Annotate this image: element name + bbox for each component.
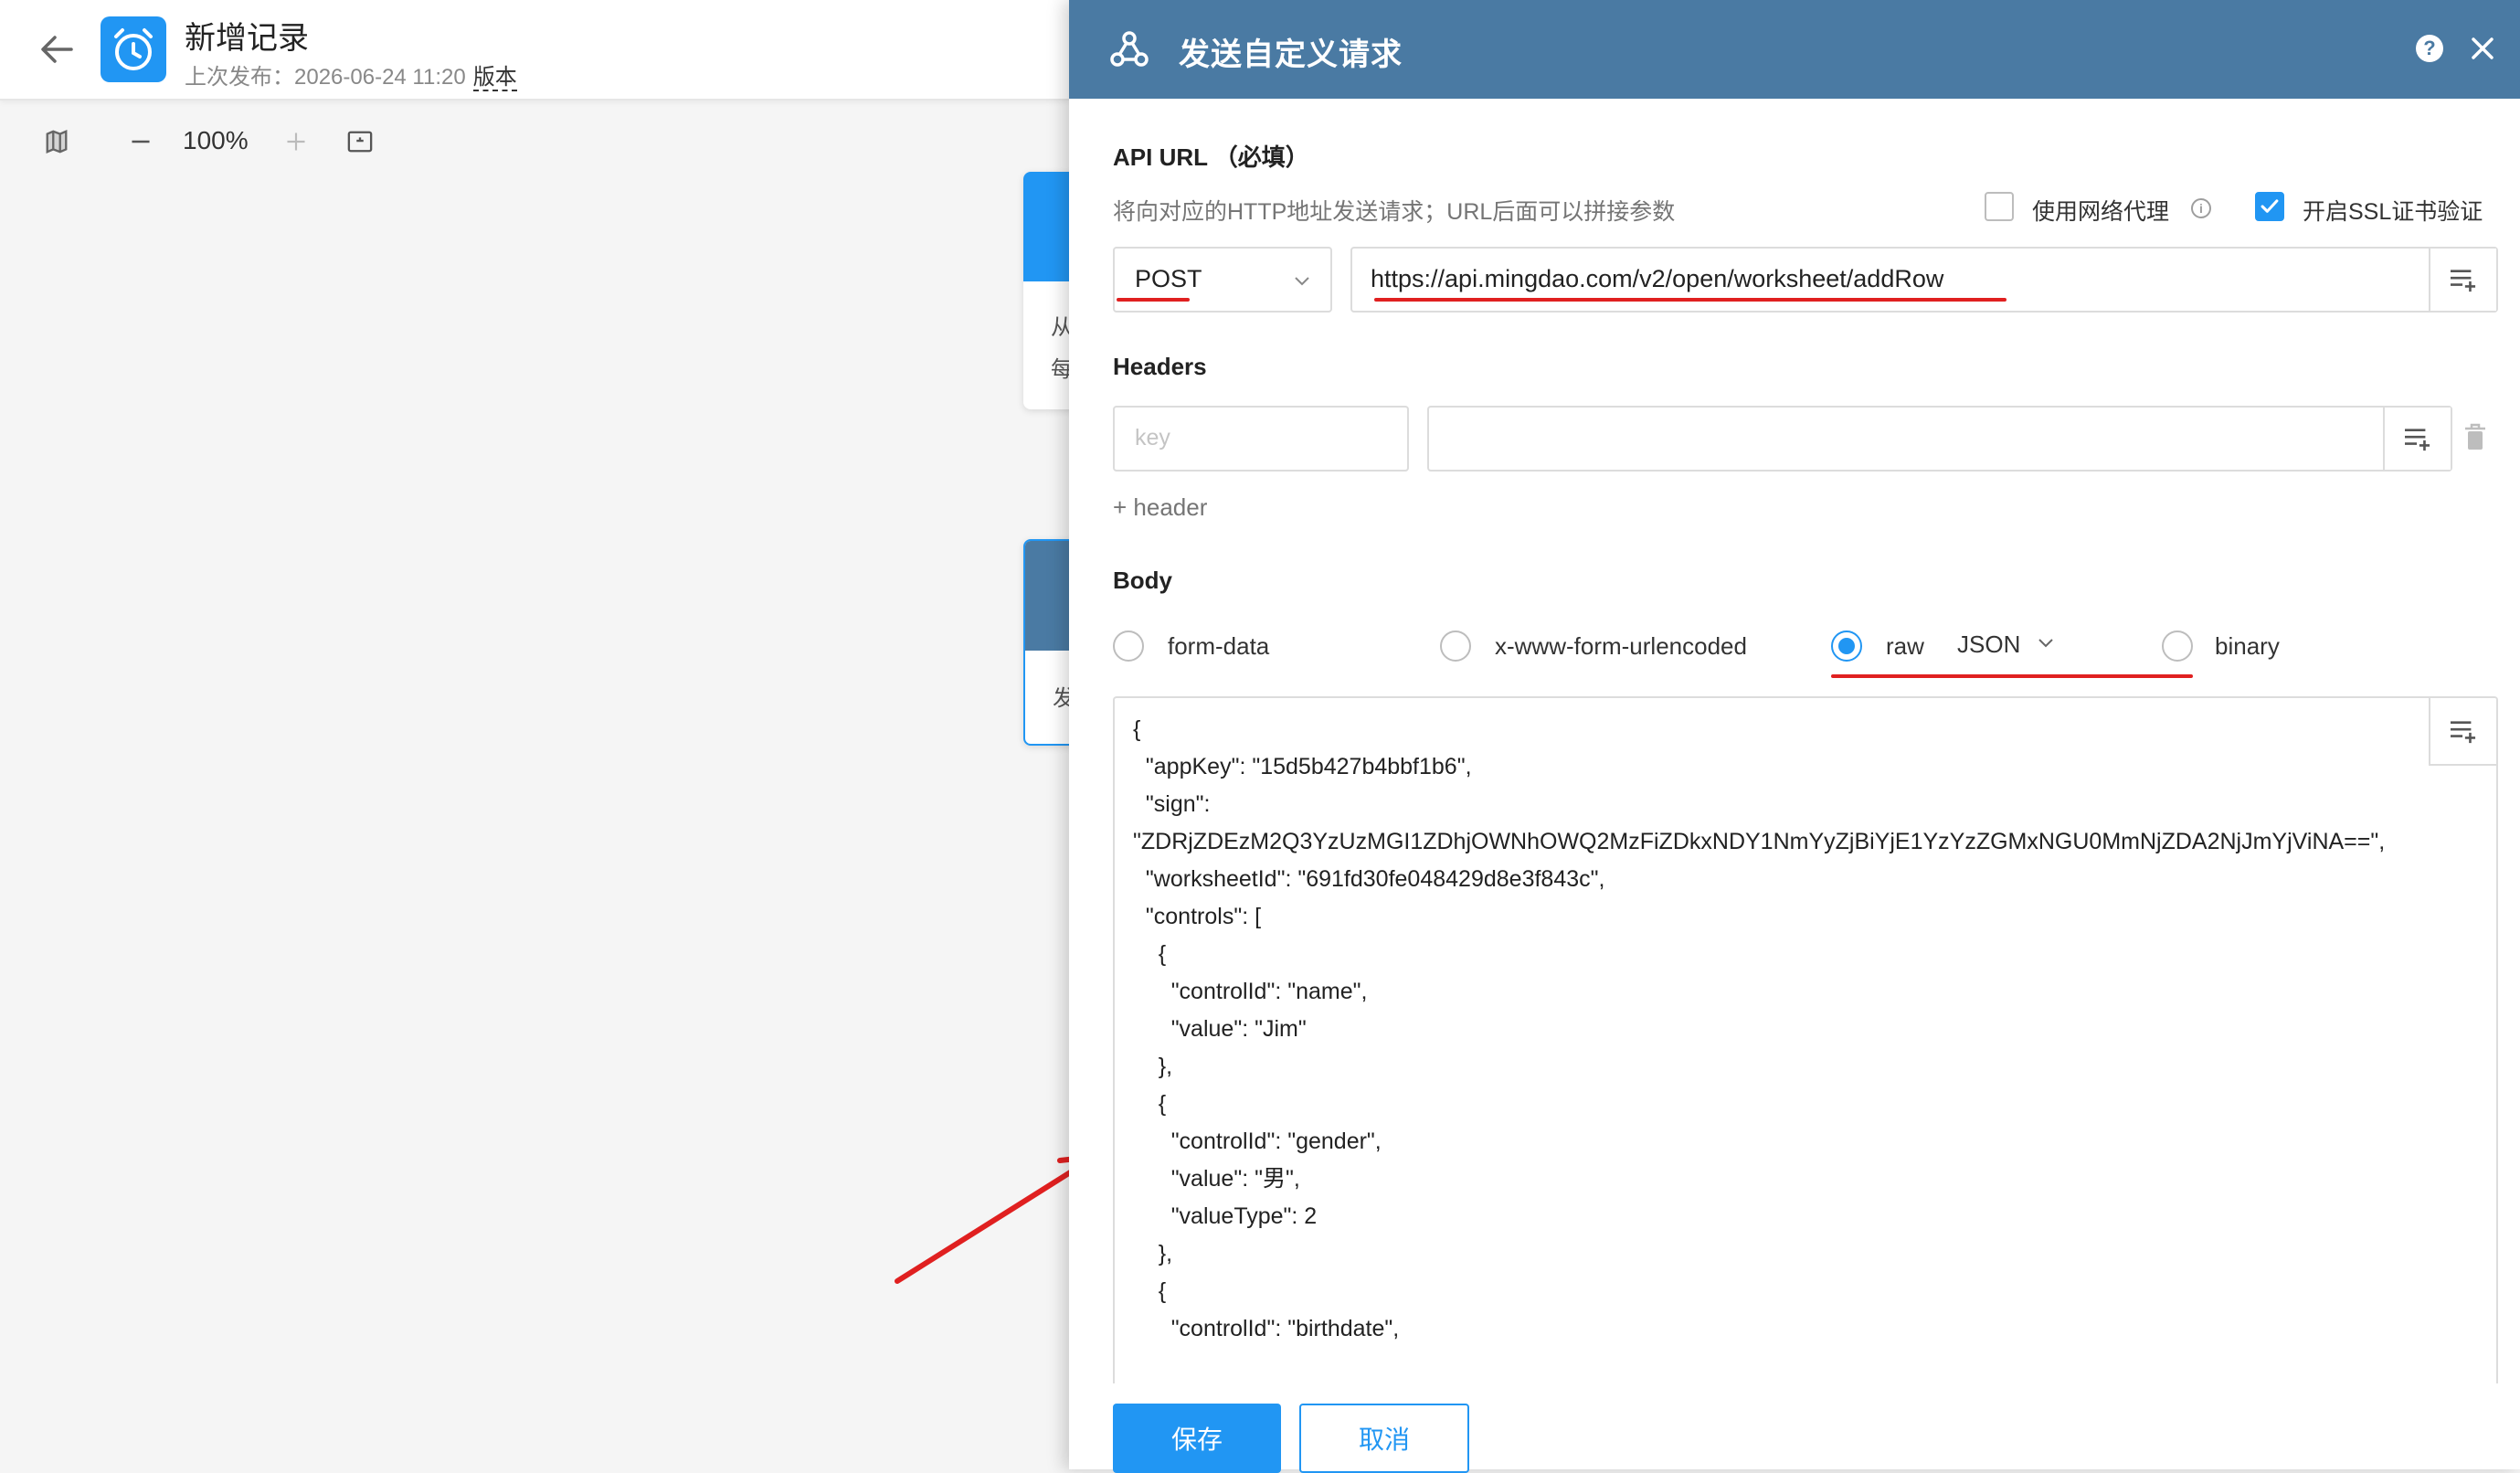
annotation-underline <box>1374 298 2006 302</box>
body-label: Body <box>1113 567 1172 594</box>
check-icon <box>2261 199 2279 213</box>
radio-binary[interactable] <box>2162 631 2193 662</box>
header-value-input[interactable] <box>1427 406 2452 472</box>
header-value-field[interactable] <box>1447 424 2269 452</box>
insert-field-icon <box>2405 429 2430 451</box>
add-header-button[interactable]: + header <box>1113 493 1207 522</box>
chevron-down-icon[interactable] <box>2038 634 2054 651</box>
chevron-down-icon <box>1295 277 1309 286</box>
radio-form-data[interactable] <box>1113 631 1144 662</box>
ssl-checkbox[interactable] <box>2255 192 2284 221</box>
api-url-label: API URL （必填） <box>1113 143 1309 171</box>
drawer-footer: 保存 取消 <box>1069 1383 2520 1473</box>
annotation-underline <box>1831 674 2193 678</box>
ssl-label: 开启SSL证书验证 <box>2303 199 2483 225</box>
save-button[interactable]: 保存 <box>1113 1404 1281 1473</box>
annotation-underline <box>1117 298 1190 302</box>
method-value: POST <box>1135 265 1202 292</box>
radio-raw[interactable] <box>1831 631 1862 662</box>
proxy-label: 使用网络代理 <box>2032 199 2170 225</box>
insert-field-button[interactable] <box>2429 249 2496 311</box>
header-key-input[interactable] <box>1113 406 1409 472</box>
insert-field-button[interactable] <box>2429 698 2496 766</box>
url-value: https://api.mingdao.com/v2/open/workshee… <box>1371 265 1944 292</box>
header-key-field[interactable] <box>1133 424 1371 452</box>
cancel-button[interactable]: 取消 <box>1299 1404 1469 1473</box>
method-select[interactable]: POST <box>1113 247 1332 313</box>
radio-label-urlencoded: x-www-form-urlencoded <box>1495 632 1747 660</box>
insert-field-icon <box>2451 721 2476 744</box>
close-icon[interactable] <box>2465 31 2500 66</box>
raw-format-select[interactable]: JSON <box>1957 631 2020 659</box>
drawer-title: 发送自定义请求 <box>1179 37 1403 72</box>
radio-label-form-data: form-data <box>1168 632 1270 660</box>
help-icon[interactable]: ? <box>2416 35 2443 62</box>
trash-icon[interactable] <box>2462 422 2489 453</box>
drawer-header: 发送自定义请求 ? <box>1069 0 2520 99</box>
radio-label-raw: raw <box>1886 632 1924 660</box>
custom-request-drawer: 发送自定义请求 ? API URL （必填） 将向对应的HTTP地址发送请求；U… <box>1069 0 2520 1473</box>
insert-field-icon <box>2451 270 2476 292</box>
body-json-text[interactable]: { "appKey": "15d5b427b4bbf1b6", "sign": … <box>1133 711 2403 1348</box>
proxy-checkbox[interactable] <box>1985 192 2014 221</box>
body-editor[interactable]: { "appKey": "15d5b427b4bbf1b6", "sign": … <box>1113 696 2498 1391</box>
radio-urlencoded[interactable] <box>1440 631 1471 662</box>
url-input[interactable]: https://api.mingdao.com/v2/open/workshee… <box>1350 247 2498 313</box>
radio-label-binary: binary <box>2215 632 2280 660</box>
webhook-icon <box>1110 31 1149 67</box>
headers-label: Headers <box>1113 353 1207 380</box>
insert-field-button[interactable] <box>2383 408 2451 470</box>
api-url-hint: 将向对应的HTTP地址发送请求；URL后面可以拼接参数 <box>1113 199 1676 225</box>
info-icon[interactable]: i <box>2191 198 2211 218</box>
annotation-arrow-icon <box>895 1154 1096 1284</box>
